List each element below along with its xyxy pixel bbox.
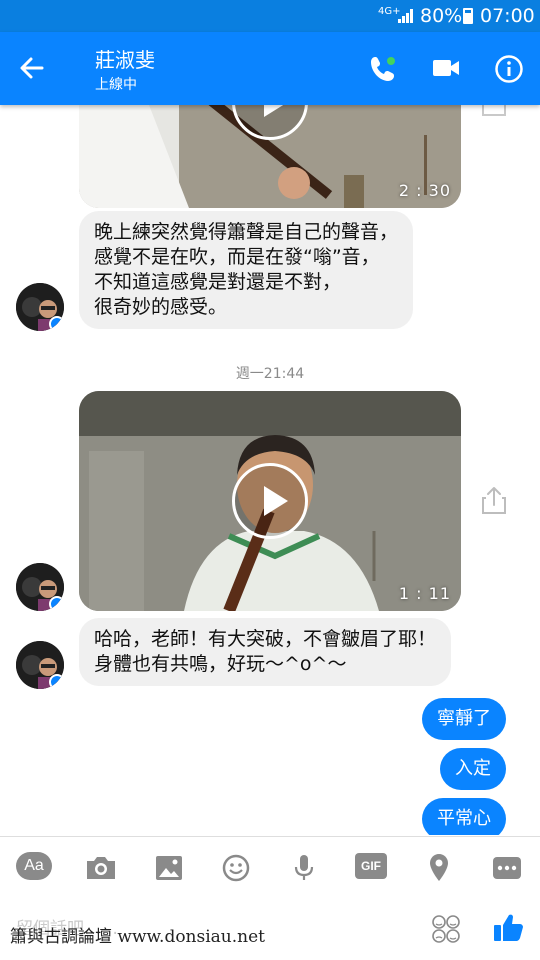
watermark: 簫與古調論壇 www.donsiau.net (4, 919, 306, 955)
video-message[interactable]: 2 : 30 (79, 105, 461, 208)
messenger-badge-icon (49, 316, 64, 331)
more-options-icon[interactable] (490, 851, 524, 885)
video-duration: 2 : 30 (398, 181, 451, 200)
conversation-header: 莊淑斐 上線中 (0, 32, 540, 105)
composer-toolbar: Aa GIF (0, 836, 540, 898)
incoming-message[interactable]: 哈哈，老師！有大突破，不會皺眉了耶！ 身體也有共鳴，好玩～^o^～ (79, 618, 452, 686)
timestamp-divider: 週一21:44 (235, 366, 305, 382)
camera-icon[interactable] (84, 851, 118, 885)
sticker-faces-icon[interactable] (430, 914, 462, 944)
microphone-icon[interactable] (287, 851, 321, 885)
outgoing-message[interactable]: 寧靜了 (422, 698, 506, 740)
signal-icon (398, 9, 413, 23)
contact-avatar[interactable] (16, 641, 64, 689)
contact-avatar[interactable] (16, 563, 64, 611)
incoming-message[interactable]: 晚上練突然覺得簫聲是自己的聲音， 感覺不是在吹，而是在發“嗡”音， 不知道這感覺… (79, 211, 414, 329)
share-icon[interactable] (480, 485, 508, 515)
thumbs-up-icon[interactable] (492, 910, 526, 944)
gallery-icon[interactable] (152, 851, 186, 885)
contact-avatar[interactable] (16, 283, 64, 331)
text-style-button[interactable]: Aa (16, 852, 52, 880)
video-message[interactable]: 1 : 11 (79, 391, 461, 611)
battery-percent: 80% (420, 5, 463, 27)
presence-status: 上線中 (95, 77, 137, 93)
clock: 07:00 (480, 5, 535, 27)
messenger-badge-icon (49, 674, 64, 689)
emoji-icon[interactable] (219, 851, 253, 885)
phone-call-icon[interactable] (368, 54, 398, 84)
share-icon[interactable] (480, 105, 508, 117)
gif-button[interactable]: GIF (355, 853, 387, 879)
outgoing-message[interactable]: 平常心 (422, 798, 506, 835)
status-bar: 4G+ 80% 07:00 (0, 0, 540, 32)
message-list[interactable]: 2 : 30 晚上練突然覺得簫聲是自己的聲音， 感覺不是在吹，而是在發“嗡”音，… (0, 105, 540, 835)
back-arrow-icon[interactable] (18, 54, 46, 82)
battery-icon (463, 8, 473, 24)
outgoing-message[interactable]: 入定 (440, 748, 506, 790)
video-call-icon[interactable] (432, 56, 460, 80)
info-icon[interactable] (494, 54, 524, 84)
video-duration: 1 : 11 (398, 584, 451, 603)
messenger-badge-icon (49, 596, 64, 611)
contact-name[interactable]: 莊淑斐 (95, 44, 155, 73)
location-pin-icon[interactable] (422, 851, 456, 885)
play-button[interactable] (232, 463, 308, 539)
